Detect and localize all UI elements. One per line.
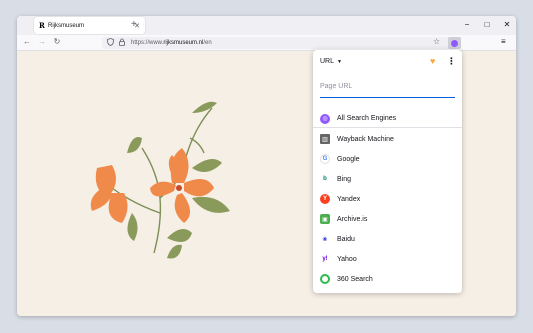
reload-button[interactable]: ↻ bbox=[51, 37, 63, 46]
app-menu-button[interactable]: ≡ bbox=[501, 37, 506, 46]
engine-label: Yahoo bbox=[337, 255, 357, 263]
maximize-button[interactable]: □ bbox=[482, 20, 492, 29]
yandex-icon: Y bbox=[320, 194, 330, 204]
wayback-icon: ▥ bbox=[320, 134, 330, 144]
search-engines-popup: URL ▼ ♥ ⋮ Page URL ◎ All Search Engines ▥… bbox=[313, 50, 462, 293]
popup-header: URL ▼ ♥ ⋮ bbox=[313, 50, 462, 70]
mode-dropdown[interactable]: URL ▼ bbox=[320, 58, 342, 65]
all-search-engines-item[interactable]: ◎ All Search Engines bbox=[313, 110, 462, 128]
browser-window: R Rijksmuseum ✕ + − □ ✕ ← → ↻ https://ww… bbox=[17, 16, 516, 316]
lock-icon[interactable] bbox=[119, 38, 125, 48]
yahoo-icon: y! bbox=[320, 254, 330, 264]
archive-is-icon: ▣ bbox=[320, 214, 330, 224]
new-tab-button[interactable]: + bbox=[131, 19, 137, 30]
engine-bing[interactable]: b Bing bbox=[313, 169, 462, 189]
engine-google[interactable]: G Google bbox=[313, 149, 462, 169]
all-search-engines-label: All Search Engines bbox=[337, 115, 397, 122]
shield-icon[interactable] bbox=[107, 38, 114, 48]
engine-label: Bing bbox=[337, 175, 352, 183]
close-window-button[interactable]: ✕ bbox=[502, 20, 512, 29]
engine-label: 360 Search bbox=[337, 275, 373, 283]
bookmark-star-icon[interactable]: ☆ bbox=[433, 37, 440, 46]
tab-title: Rijksmuseum bbox=[48, 22, 85, 29]
address-bar[interactable]: https://www.rijksmuseum.nl/en bbox=[102, 37, 460, 49]
engine-yahoo[interactable]: y! Yahoo bbox=[313, 249, 462, 269]
google-icon: G bbox=[320, 154, 330, 164]
engine-wayback-machine[interactable]: ▥ Wayback Machine bbox=[313, 129, 462, 149]
engine-list: ▥ Wayback Machine G Google b Bing Y Yand… bbox=[313, 129, 462, 289]
back-button[interactable]: ← bbox=[21, 37, 33, 46]
minimize-button[interactable]: − bbox=[462, 20, 472, 29]
engine-label: Archive.is bbox=[337, 215, 368, 223]
baidu-icon: ❀ bbox=[320, 234, 330, 244]
url-domain: rijksmuseum.nl bbox=[163, 40, 204, 46]
tab-rijksmuseum[interactable]: R Rijksmuseum ✕ bbox=[34, 17, 145, 34]
engine-label: Google bbox=[337, 155, 360, 163]
engine-label: Yandex bbox=[337, 195, 361, 203]
flower-illustration bbox=[90, 101, 230, 259]
engine-archive-is[interactable]: ▣ Archive.is bbox=[313, 209, 462, 229]
url-prefix: https://www. bbox=[131, 40, 164, 46]
all-engines-icon: ◎ bbox=[320, 113, 330, 124]
engine-yandex[interactable]: Y Yandex bbox=[313, 189, 462, 209]
heart-icon[interactable]: ♥ bbox=[430, 56, 435, 66]
360-search-icon bbox=[320, 274, 330, 284]
bing-icon: b bbox=[320, 174, 330, 184]
engine-baidu[interactable]: ❀ Baidu bbox=[313, 229, 462, 249]
tab-favicon-icon: R bbox=[39, 21, 45, 30]
nav-bar: ← → ↻ https://www.rijksmuseum.nl/en ☆ ≡ bbox=[17, 35, 516, 51]
tab-strip: R Rijksmuseum ✕ + − □ ✕ bbox=[17, 16, 516, 35]
engine-360-search[interactable]: 360 Search bbox=[313, 269, 462, 289]
mode-dropdown-label: URL bbox=[320, 58, 335, 65]
more-options-icon[interactable]: ⋮ bbox=[447, 56, 456, 67]
caret-down-icon: ▼ bbox=[337, 59, 342, 65]
extension-button[interactable] bbox=[448, 37, 461, 49]
url-text: https://www.rijksmuseum.nl/en bbox=[131, 40, 212, 46]
forward-button[interactable]: → bbox=[36, 37, 48, 46]
engine-label: Baidu bbox=[337, 235, 355, 243]
page-url-input[interactable]: Page URL bbox=[320, 77, 455, 98]
url-path: /en bbox=[203, 40, 212, 46]
engine-label: Wayback Machine bbox=[337, 135, 394, 143]
extension-icon bbox=[451, 39, 458, 47]
